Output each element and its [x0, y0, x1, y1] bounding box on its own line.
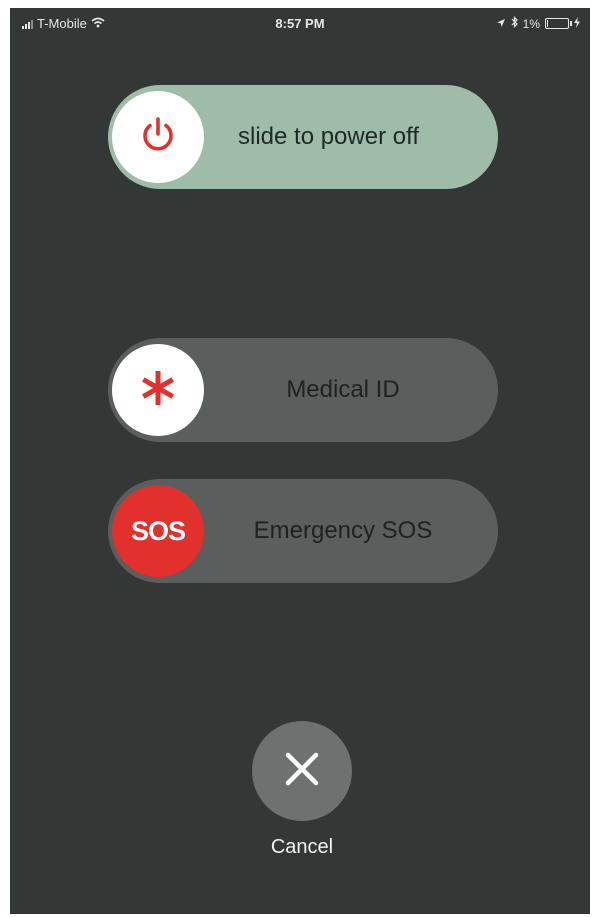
battery-fill — [547, 20, 549, 27]
power-icon — [137, 114, 179, 161]
emergency-sos-label: Emergency SOS — [253, 517, 433, 544]
medical-id-slider[interactable]: Medical ID — [108, 338, 498, 442]
status-right: 1% — [496, 16, 580, 31]
emergency-sos-slider[interactable]: SOS Emergency SOS — [108, 479, 498, 583]
charging-icon — [574, 16, 580, 31]
power-off-slider[interactable]: slide to power off — [108, 85, 498, 189]
battery-icon — [545, 18, 572, 29]
battery-percent: 1% — [522, 16, 540, 31]
asterisk-icon — [138, 368, 178, 413]
location-icon — [496, 17, 506, 31]
close-icon — [282, 749, 322, 794]
sos-knob-text: SOS — [130, 515, 186, 546]
bluetooth-icon — [511, 16, 518, 31]
emergency-sos-knob[interactable]: SOS — [112, 485, 204, 577]
power-off-label: slide to power off — [238, 123, 419, 150]
power-off-screen: T-Mobile 8:57 PM 1% slide to power off M… — [10, 8, 590, 914]
medical-id-knob[interactable] — [112, 344, 204, 436]
status-bar: T-Mobile 8:57 PM 1% — [10, 8, 590, 38]
cancel-label[interactable]: Cancel — [10, 836, 590, 859]
cancel-button[interactable] — [252, 721, 352, 821]
power-off-knob[interactable] — [112, 91, 204, 183]
medical-id-label: Medical ID — [286, 376, 400, 403]
